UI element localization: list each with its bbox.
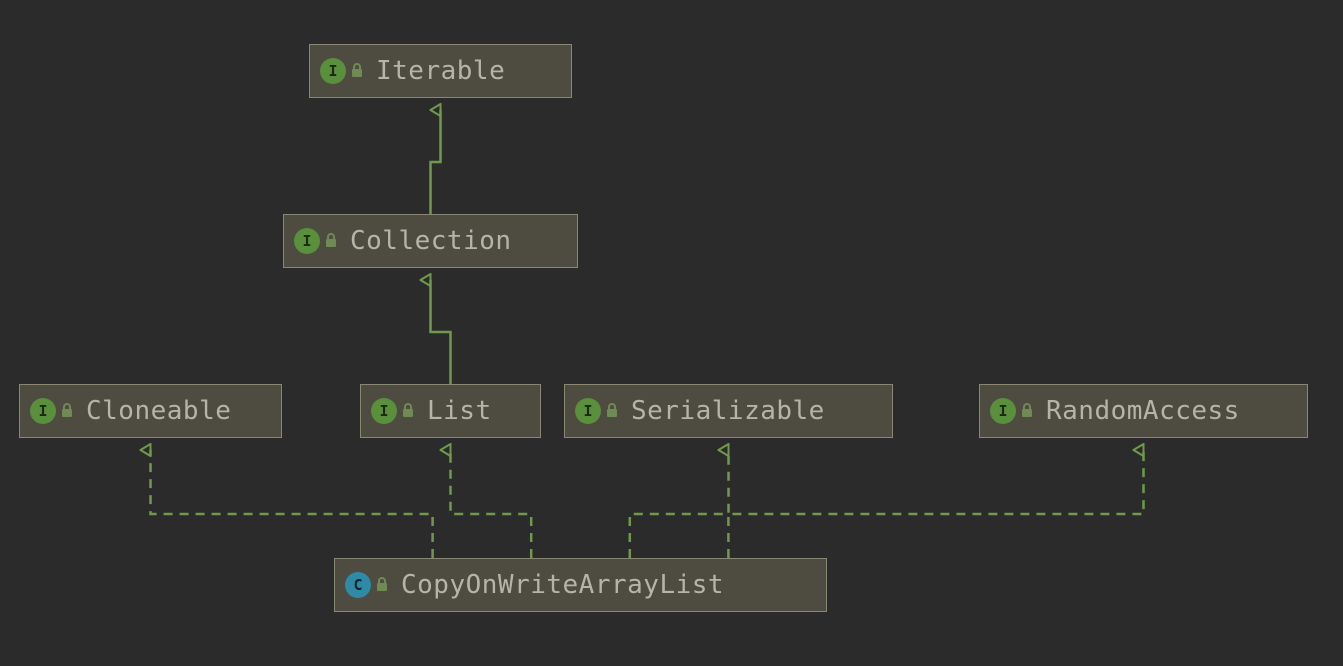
edge-cowal-to-list — [451, 450, 532, 558]
interface-icon: I — [320, 58, 346, 84]
lock-icon — [375, 577, 389, 593]
lock-icon — [401, 403, 415, 419]
interface-icon: I — [294, 228, 320, 254]
node-cloneable[interactable]: I Cloneable — [19, 384, 282, 438]
node-iterable[interactable]: I Iterable — [309, 44, 572, 98]
lock-icon — [1020, 403, 1034, 419]
lock-icon — [60, 403, 74, 419]
edge-list-to-collection — [431, 280, 451, 384]
lock-icon — [605, 403, 619, 419]
node-serializable[interactable]: I Serializable — [564, 384, 893, 438]
edge-cowal-to-randomaccess — [728, 450, 1143, 558]
node-label: RandomAccess — [1046, 396, 1240, 426]
node-label: CopyOnWriteArrayList — [401, 570, 724, 600]
lock-icon — [350, 63, 364, 79]
class-icon: C — [345, 572, 371, 598]
edge-cowal-to-serializable — [630, 450, 729, 558]
node-randomaccess[interactable]: I RandomAccess — [979, 384, 1308, 438]
edge-cowal-to-cloneable — [151, 450, 433, 558]
node-collection[interactable]: I Collection — [283, 214, 578, 268]
node-label: Iterable — [376, 56, 505, 86]
node-label: Serializable — [631, 396, 825, 426]
interface-icon: I — [371, 398, 397, 424]
node-label: Cloneable — [86, 396, 231, 426]
node-label: Collection — [350, 226, 512, 256]
node-copyonwritearraylist[interactable]: C CopyOnWriteArrayList — [334, 558, 827, 612]
interface-icon: I — [575, 398, 601, 424]
interface-icon: I — [30, 398, 56, 424]
edge-collection-to-iterable — [431, 110, 441, 214]
interface-icon: I — [990, 398, 1016, 424]
lock-icon — [324, 233, 338, 249]
node-label: List — [427, 396, 492, 426]
class-hierarchy-diagram: I Iterable I Collection I Cloneable I Li… — [0, 0, 1343, 666]
node-list[interactable]: I List — [360, 384, 541, 438]
